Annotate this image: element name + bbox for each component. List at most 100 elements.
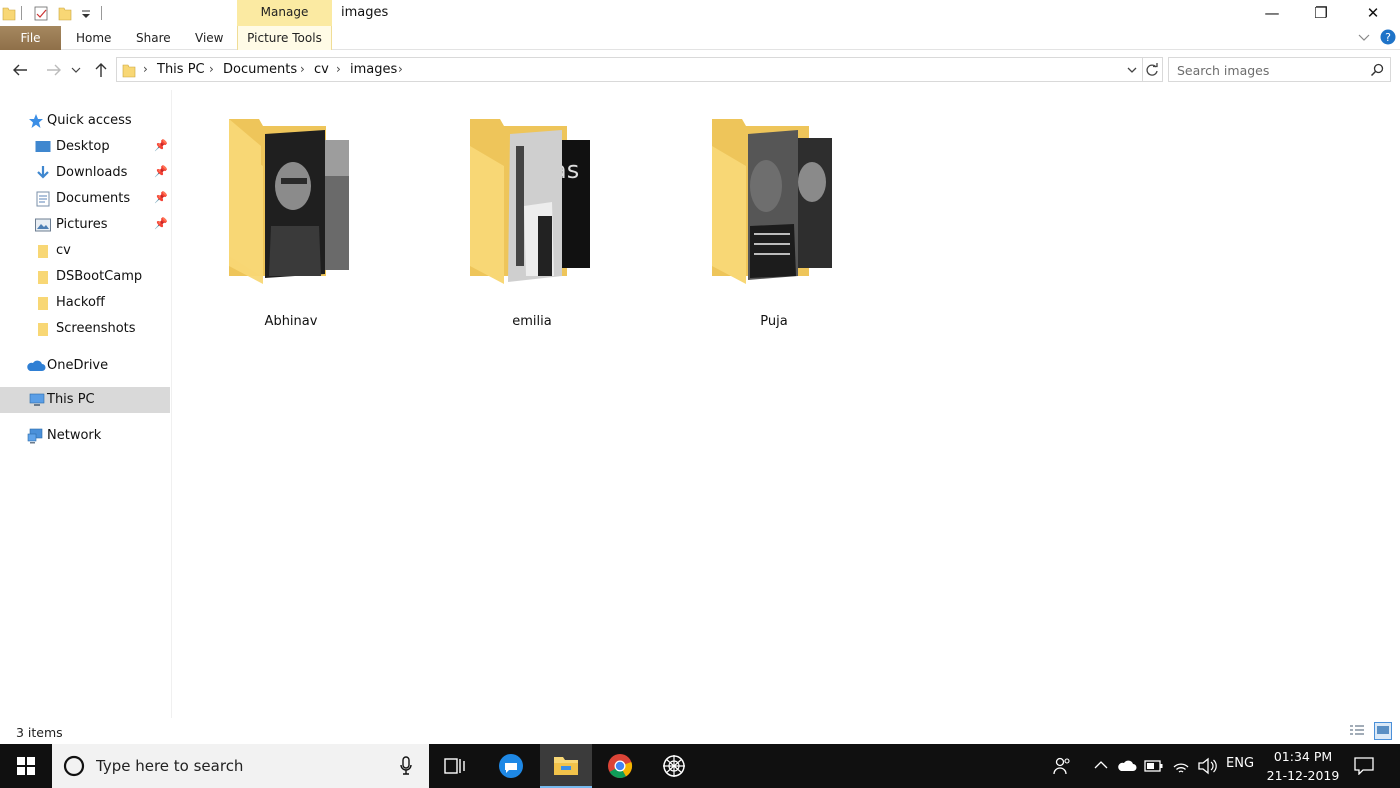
notifications-icon[interactable] bbox=[1354, 757, 1374, 775]
task-view-icon bbox=[444, 758, 465, 774]
search-icon[interactable] bbox=[1370, 63, 1384, 77]
breadcrumb-separator[interactable]: › bbox=[398, 62, 403, 76]
sidebar-item-hackoff[interactable]: Hackoff bbox=[0, 290, 170, 316]
customize-toolbar-icon[interactable] bbox=[79, 5, 93, 21]
chevron-down-icon[interactable] bbox=[1127, 66, 1137, 74]
sidebar-item-pictures[interactable]: Pictures 📌 bbox=[0, 212, 170, 238]
address-bar[interactable]: › This PC › Documents › cv › images › bbox=[116, 57, 1163, 82]
breadcrumb-separator[interactable]: › bbox=[300, 62, 305, 76]
breadcrumb-images[interactable]: images bbox=[350, 62, 397, 77]
sidebar-item-network[interactable]: Network bbox=[0, 423, 170, 449]
tab-picture-tools[interactable]: Picture Tools bbox=[237, 26, 332, 50]
taskbar-app-settings[interactable] bbox=[648, 744, 700, 788]
language-indicator[interactable]: ENG bbox=[1226, 756, 1254, 771]
tab-share[interactable]: Share bbox=[136, 26, 171, 50]
taskbar-search[interactable] bbox=[52, 744, 429, 788]
properties-icon[interactable] bbox=[34, 5, 48, 21]
folder-thumbnail: as bbox=[470, 119, 590, 284]
breadcrumb-cv[interactable]: cv bbox=[314, 62, 329, 77]
sidebar-item-label: Documents bbox=[56, 191, 131, 206]
divider bbox=[21, 6, 22, 20]
help-icon[interactable]: ? bbox=[1380, 29, 1396, 45]
battery-icon[interactable] bbox=[1144, 759, 1164, 773]
forward-button[interactable] bbox=[44, 60, 64, 80]
breadcrumb-separator[interactable]: › bbox=[336, 62, 341, 76]
chrome-icon bbox=[608, 754, 633, 779]
sidebar-item-quick-access[interactable]: Quick access bbox=[0, 108, 170, 134]
sidebar-item-downloads[interactable]: Downloads 📌 bbox=[0, 160, 170, 186]
folder-name: emilia bbox=[512, 314, 552, 329]
details-view-icon[interactable] bbox=[1349, 723, 1365, 739]
tab-home[interactable]: Home bbox=[76, 26, 111, 50]
arrow-right-icon bbox=[47, 64, 61, 76]
back-button[interactable] bbox=[10, 60, 30, 80]
arrow-left-icon bbox=[13, 64, 27, 76]
search-box[interactable] bbox=[1168, 57, 1391, 82]
download-icon bbox=[37, 166, 49, 179]
sidebar-item-cv[interactable]: cv bbox=[0, 238, 170, 264]
folder-item[interactable]: Puja bbox=[694, 116, 854, 329]
onedrive-icon[interactable] bbox=[1117, 759, 1137, 773]
windows-icon bbox=[17, 757, 35, 775]
refresh-icon[interactable] bbox=[1145, 63, 1159, 77]
taskbar-app-messenger[interactable] bbox=[485, 744, 537, 788]
breadcrumb-documents[interactable]: Documents bbox=[223, 62, 297, 77]
tab-file[interactable]: File bbox=[0, 26, 61, 50]
sidebar-item-desktop[interactable]: Desktop 📌 bbox=[0, 134, 170, 160]
folder-icon bbox=[38, 245, 48, 258]
minimize-button[interactable]: — bbox=[1249, 0, 1295, 26]
chevron-down-icon bbox=[71, 67, 81, 73]
item-count: 3 items bbox=[16, 725, 63, 740]
divider bbox=[101, 6, 102, 20]
desktop-icon bbox=[35, 141, 51, 152]
task-view-button[interactable] bbox=[429, 744, 481, 788]
microphone-icon[interactable] bbox=[400, 756, 412, 776]
folder-icon bbox=[2, 7, 16, 21]
clock-date: 21-12-2019 bbox=[1266, 768, 1340, 783]
folder-thumbnail bbox=[229, 119, 349, 284]
search-input[interactable] bbox=[1177, 62, 1362, 78]
sidebar-item-label: Hackoff bbox=[56, 295, 105, 310]
expand-ribbon-icon[interactable] bbox=[1357, 32, 1371, 44]
window-title: images bbox=[341, 5, 389, 20]
sidebar-item-this-pc[interactable]: This PC bbox=[0, 387, 170, 413]
folder-icon bbox=[38, 297, 48, 310]
breadcrumb-this-pc[interactable]: This PC bbox=[157, 62, 205, 77]
wifi-icon[interactable] bbox=[1172, 757, 1190, 775]
close-button[interactable]: ✕ bbox=[1350, 0, 1396, 26]
breadcrumb-separator[interactable]: › bbox=[143, 62, 148, 76]
file-list: Abhinav as emilia Puja bbox=[173, 90, 1400, 718]
taskbar-app-chrome[interactable] bbox=[594, 744, 646, 788]
taskbar-search-input[interactable] bbox=[96, 757, 386, 775]
breadcrumb-separator[interactable]: › bbox=[209, 62, 214, 76]
start-button[interactable] bbox=[0, 744, 52, 788]
tab-manage[interactable]: Manage bbox=[237, 0, 332, 26]
tab-view[interactable]: View bbox=[195, 26, 223, 50]
folder-name: Abhinav bbox=[264, 314, 318, 329]
sidebar-item-dsbootcamp[interactable]: DSBootCamp bbox=[0, 264, 170, 290]
new-folder-icon[interactable] bbox=[58, 5, 72, 21]
sidebar-item-onedrive[interactable]: OneDrive bbox=[0, 353, 170, 379]
folder-item[interactable]: as emilia bbox=[452, 116, 612, 329]
cloud-icon bbox=[27, 360, 46, 371]
taskbar: ENG 01:34 PM 21-12-2019 bbox=[0, 744, 1400, 788]
sidebar-item-label: This PC bbox=[47, 392, 95, 407]
people-icon[interactable] bbox=[1052, 756, 1072, 776]
sidebar-item-documents[interactable]: Documents 📌 bbox=[0, 186, 170, 212]
recent-locations-button[interactable] bbox=[69, 60, 83, 80]
clock[interactable]: 01:34 PM 21-12-2019 bbox=[1262, 747, 1344, 785]
folder-icon bbox=[38, 271, 48, 284]
sidebar-item-label: Desktop bbox=[56, 139, 110, 154]
chevron-up-icon[interactable] bbox=[1094, 760, 1108, 770]
computer-icon bbox=[29, 393, 45, 406]
folder-name: Puja bbox=[760, 314, 788, 329]
volume-icon[interactable] bbox=[1197, 757, 1217, 775]
large-icons-view-icon[interactable] bbox=[1374, 722, 1392, 740]
taskbar-app-file-explorer[interactable] bbox=[540, 744, 592, 788]
folder-item[interactable]: Abhinav bbox=[211, 116, 371, 329]
title-bar: Manage images — ❐ ✕ bbox=[0, 0, 1400, 26]
restore-button[interactable]: ❐ bbox=[1298, 0, 1344, 26]
sidebar-item-screenshots[interactable]: Screenshots bbox=[0, 316, 170, 342]
arrow-up-icon bbox=[95, 63, 107, 77]
up-button[interactable] bbox=[91, 60, 111, 80]
